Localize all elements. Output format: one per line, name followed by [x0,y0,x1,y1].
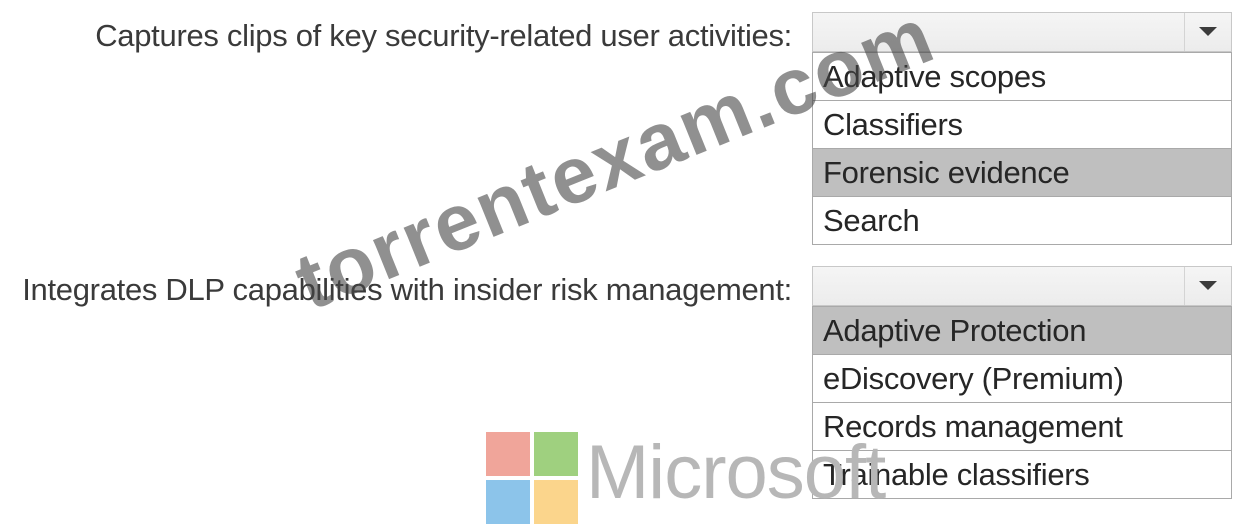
microsoft-logo-icon [486,432,578,524]
logo-blue-square [486,480,530,524]
option-adaptive-scopes[interactable]: Adaptive scopes [813,53,1231,101]
question-1-label: Captures clips of key security-related u… [95,18,792,53]
logo-green-square [534,432,578,476]
question-1-dropdown-toggle[interactable] [1184,13,1231,51]
option-ediscovery-premium[interactable]: eDiscovery (Premium) [813,355,1231,403]
question-2-label: Integrates DLP capabilities with insider… [22,272,792,307]
question-2-dropdown-toggle[interactable] [1184,267,1231,305]
option-adaptive-protection[interactable]: Adaptive Protection [813,307,1231,355]
option-classifiers[interactable]: Classifiers [813,101,1231,149]
question-1-options-list: Adaptive scopes Classifiers Forensic evi… [812,52,1232,245]
logo-red-square [486,432,530,476]
chevron-down-icon [1199,27,1217,36]
question-1-dropdown[interactable] [812,12,1232,52]
chevron-down-icon [1199,281,1217,290]
question-2-dropdown[interactable] [812,266,1232,306]
option-search[interactable]: Search [813,197,1231,244]
option-forensic-evidence[interactable]: Forensic evidence [813,149,1231,197]
logo-yellow-square [534,480,578,524]
microsoft-wordmark: Microsoft [586,430,886,515]
